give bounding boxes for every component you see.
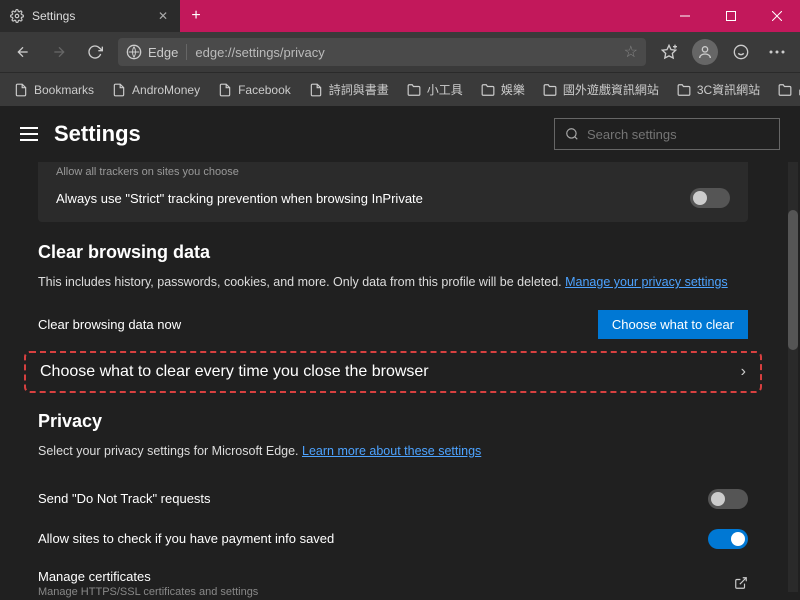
browser-tab[interactable]: Settings ✕ <box>0 0 180 32</box>
close-tab-icon[interactable]: ✕ <box>156 9 170 23</box>
manage-certificates-row[interactable]: Manage certificates Manage HTTPS/SSL cer… <box>38 559 748 600</box>
file-icon <box>309 83 323 97</box>
tracking-sub: Allow all trackers on sites you choose <box>56 166 730 178</box>
menu-button[interactable] <box>20 127 38 141</box>
bookmark-item[interactable]: Facebook <box>210 79 299 101</box>
payment-check-toggle[interactable] <box>708 529 748 549</box>
titlebar: Settings ✕ + <box>0 0 800 32</box>
profile-button[interactable] <box>688 35 722 69</box>
folder-icon <box>481 83 495 97</box>
manage-privacy-link[interactable]: Manage your privacy settings <box>565 275 728 289</box>
bookmark-item[interactable]: 詩詞與書畫 <box>301 77 397 102</box>
settings-content: Allow all trackers on sites you choose A… <box>0 162 786 600</box>
privacy-title: Privacy <box>38 411 748 432</box>
search-icon <box>565 127 579 141</box>
more-button[interactable] <box>760 35 794 69</box>
url-text: edge://settings/privacy <box>195 45 615 60</box>
folder-icon <box>677 83 691 97</box>
chevron-right-icon: › <box>741 363 746 381</box>
folder-icon <box>407 83 421 97</box>
favorites-button[interactable] <box>652 35 686 69</box>
tab-title: Settings <box>32 9 148 23</box>
avatar-icon <box>692 39 718 65</box>
strict-inprivate-label: Always use "Strict" tracking prevention … <box>56 191 423 206</box>
bookmark-item[interactable]: 3C資訊網站 <box>669 77 768 102</box>
bookmark-item[interactable]: 品牌Newsroom <box>770 77 800 102</box>
clear-data-title: Clear browsing data <box>38 242 748 263</box>
gear-icon <box>10 9 24 23</box>
folder-icon <box>778 83 792 97</box>
bookmarks-bar: Bookmarks AndroMoney Facebook 詩詞與書畫 小工具 … <box>0 72 800 106</box>
bookmark-item[interactable]: AndroMoney <box>104 79 208 101</box>
scrollbar-thumb[interactable] <box>788 210 798 350</box>
clear-on-close-row[interactable]: Choose what to clear every time you clos… <box>24 351 762 393</box>
bookmark-item[interactable]: Bookmarks <box>6 79 102 101</box>
dnt-label: Send "Do Not Track" requests <box>38 491 211 506</box>
close-window-button[interactable] <box>754 0 800 32</box>
feedback-button[interactable] <box>724 35 758 69</box>
bookmark-item[interactable]: 國外遊戲資訊網站 <box>535 77 667 102</box>
back-button[interactable] <box>6 35 40 69</box>
minimize-button[interactable] <box>662 0 708 32</box>
clear-data-description: This includes history, passwords, cookie… <box>38 273 748 292</box>
file-icon <box>112 83 126 97</box>
certs-sublabel: Manage HTTPS/SSL certificates and settin… <box>38 586 258 598</box>
dnt-toggle[interactable] <box>708 489 748 509</box>
search-input[interactable] <box>587 127 769 142</box>
maximize-button[interactable] <box>708 0 754 32</box>
choose-what-to-clear-button[interactable]: Choose what to clear <box>598 310 748 339</box>
strict-inprivate-toggle[interactable] <box>690 188 730 208</box>
search-settings-box[interactable] <box>554 118 780 150</box>
clear-now-label: Clear browsing data now <box>38 317 181 332</box>
address-bar: Edge edge://settings/privacy ☆ <box>0 32 800 72</box>
edge-icon <box>126 44 142 60</box>
bookmark-item[interactable]: 娛樂 <box>473 77 533 102</box>
privacy-description: Select your privacy settings for Microso… <box>38 442 748 461</box>
payment-check-label: Allow sites to check if you have payment… <box>38 531 334 546</box>
refresh-button[interactable] <box>78 35 112 69</box>
learn-more-link[interactable]: Learn more about these settings <box>302 444 481 458</box>
file-icon <box>14 83 28 97</box>
bookmark-item[interactable]: 小工具 <box>399 77 471 102</box>
settings-header: Settings <box>0 106 800 162</box>
external-link-icon <box>734 576 748 590</box>
file-icon <box>218 83 232 97</box>
browser-label: Edge <box>148 45 178 60</box>
certs-label: Manage certificates <box>38 569 258 584</box>
separator <box>186 44 187 60</box>
url-box[interactable]: Edge edge://settings/privacy ☆ <box>118 38 646 66</box>
tracking-prevention-card: Allow all trackers on sites you choose A… <box>38 162 748 222</box>
new-tab-button[interactable]: + <box>180 0 212 32</box>
folder-icon <box>543 83 557 97</box>
forward-button[interactable] <box>42 35 76 69</box>
clear-on-close-label: Choose what to clear every time you clos… <box>40 363 429 381</box>
page-title: Settings <box>54 121 141 147</box>
favorite-star-icon[interactable]: ☆ <box>624 42 638 62</box>
site-identity: Edge <box>126 44 178 60</box>
window-controls <box>662 0 800 32</box>
